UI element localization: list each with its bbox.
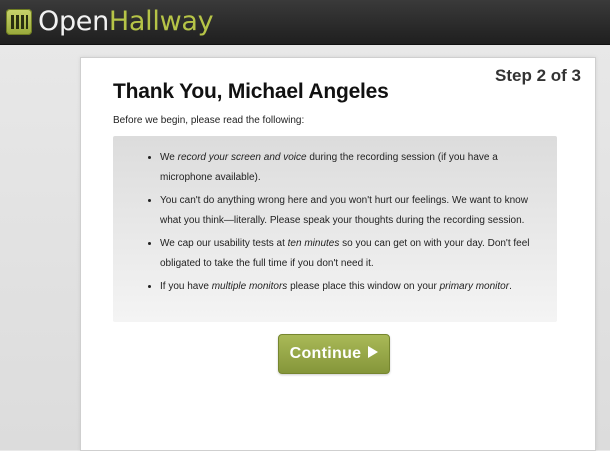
page-title: Thank You, Michael Angeles xyxy=(113,80,389,103)
bullet-text: You can't do anything wrong here and you… xyxy=(160,195,528,226)
logo-text-hallway: Hallway xyxy=(108,6,214,37)
bullet-text: We cap our usability tests at xyxy=(160,238,288,249)
bullet-emphasis: primary monitor xyxy=(439,281,510,292)
top-bar: OpenHallway xyxy=(0,0,610,45)
bullet-text: . xyxy=(509,281,512,292)
step-indicator: Step 2 of 3 xyxy=(495,66,581,85)
bullet-text: please place this window on your xyxy=(287,281,440,292)
bullet-emphasis: ten minutes xyxy=(287,238,340,249)
hallway-logo-icon xyxy=(6,9,32,35)
list-item: If you have multiple monitors please pla… xyxy=(160,277,539,297)
logo[interactable]: OpenHallway xyxy=(6,6,214,37)
logo-text: OpenHallway xyxy=(38,6,214,37)
bullet-text: We xyxy=(160,152,178,163)
list-item: We record your screen and voice during t… xyxy=(160,148,539,188)
content-card: Step 2 of 3 Thank You, Michael Angeles B… xyxy=(80,57,596,451)
play-arrow-icon xyxy=(368,345,379,363)
list-item: You can't do anything wrong here and you… xyxy=(160,191,539,231)
logo-text-open: Open xyxy=(38,6,109,37)
bullet-text: If you have xyxy=(160,281,212,292)
continue-label: Continue xyxy=(289,345,362,362)
bullet-emphasis: record your screen and voice xyxy=(177,152,307,163)
instructions-list: We record your screen and voice during t… xyxy=(113,136,557,297)
intro-text: Before we begin, please read the followi… xyxy=(113,115,305,126)
continue-button[interactable]: Continue xyxy=(278,334,390,374)
bullet-emphasis: multiple monitors xyxy=(211,281,288,292)
instructions-box: We record your screen and voice during t… xyxy=(113,136,557,322)
list-item: We cap our usability tests at ten minute… xyxy=(160,234,539,274)
